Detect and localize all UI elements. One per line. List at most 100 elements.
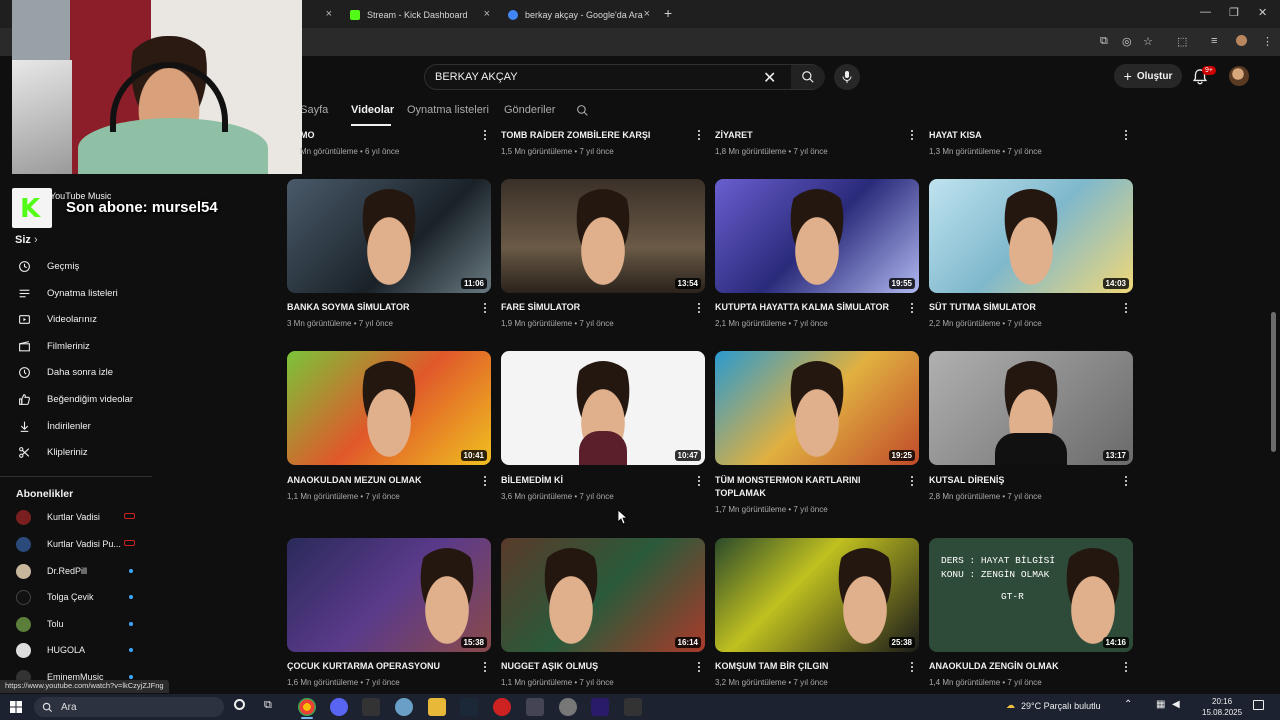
video-title[interactable]: BANKA SOYMA SİMULATOR bbox=[287, 301, 467, 314]
subscription-item[interactable]: Tolga Çevik bbox=[16, 588, 136, 606]
subscription-item[interactable]: Kurtlar Vadisi bbox=[16, 508, 136, 526]
profile-icon[interactable] bbox=[1236, 35, 1247, 46]
sidebar-item-liked-videos[interactable]: Beğendiğim videolar bbox=[18, 390, 133, 408]
close-tab-icon[interactable]: × bbox=[484, 8, 490, 20]
epic-games-app-icon[interactable] bbox=[362, 698, 380, 716]
video-thumbnail[interactable]: 13:54 bbox=[501, 179, 705, 293]
more-options-icon[interactable] bbox=[1123, 130, 1129, 142]
more-options-icon[interactable] bbox=[909, 130, 915, 142]
channel-search-icon[interactable] bbox=[576, 104, 589, 117]
weather-widget[interactable]: ☁ 29°C Parçalı bulutlu bbox=[1006, 700, 1101, 711]
search-button[interactable] bbox=[791, 65, 825, 89]
more-options-icon[interactable] bbox=[909, 662, 915, 674]
video-title[interactable]: ZİYARET bbox=[715, 129, 895, 142]
more-options-icon[interactable] bbox=[1123, 662, 1129, 674]
extensions-icon[interactable]: ⬚ bbox=[1177, 35, 1187, 48]
more-options-icon[interactable] bbox=[696, 476, 702, 488]
video-title[interactable]: SÜT TUTMA SİMULATOR bbox=[929, 301, 1109, 314]
more-options-icon[interactable] bbox=[482, 476, 488, 488]
video-thumbnail[interactable]: 10:47 bbox=[501, 351, 705, 465]
steam-app-icon[interactable] bbox=[460, 698, 478, 716]
video-thumbnail[interactable]: 13:17 bbox=[929, 351, 1133, 465]
app-icon[interactable] bbox=[559, 698, 577, 716]
tray-chevron-icon[interactable]: ⌃ bbox=[1124, 699, 1132, 710]
sidebar-item-playlists[interactable]: Oynatma listeleri bbox=[18, 284, 118, 302]
video-title[interactable]: ANAOKULDAN MEZUN OLMAK bbox=[287, 474, 467, 487]
more-options-icon[interactable] bbox=[696, 130, 702, 142]
premiere-app-icon[interactable] bbox=[591, 698, 609, 716]
voice-search-button[interactable] bbox=[834, 64, 860, 90]
discord-app-icon[interactable] bbox=[330, 698, 348, 716]
restore-icon[interactable]: ❐ bbox=[1229, 6, 1239, 19]
video-thumbnail[interactable]: 19:25 bbox=[715, 351, 919, 465]
install-app-icon[interactable]: ⧉ bbox=[1100, 35, 1108, 48]
subscription-item[interactable]: HUGOLA bbox=[16, 641, 136, 659]
video-title[interactable]: MO bbox=[300, 129, 480, 142]
video-thumbnail[interactable]: 19:55 bbox=[715, 179, 919, 293]
sidebar-item-history[interactable]: Geçmiş bbox=[18, 257, 79, 275]
close-tab-icon[interactable]: × bbox=[644, 8, 650, 20]
file-explorer-app-icon[interactable] bbox=[428, 698, 446, 716]
sidebar-item-watch-later[interactable]: Daha sonra izle bbox=[18, 363, 113, 381]
video-thumbnail[interactable]: 25:38 bbox=[715, 538, 919, 652]
sidebar-item-clips[interactable]: Klipleriniz bbox=[18, 443, 88, 461]
bookmark-star-icon[interactable]: ☆ bbox=[1143, 35, 1153, 48]
tab-playlists[interactable]: Oynatma listeleri bbox=[407, 104, 489, 116]
notification-center-icon[interactable] bbox=[1253, 700, 1264, 710]
new-tab-icon[interactable]: + bbox=[664, 5, 672, 21]
subscription-item[interactable]: Tolu bbox=[16, 615, 136, 633]
more-options-icon[interactable] bbox=[696, 662, 702, 674]
video-title[interactable]: HAYAT KISA bbox=[929, 129, 1109, 142]
app-icon[interactable] bbox=[395, 698, 413, 716]
more-options-icon[interactable] bbox=[482, 130, 488, 142]
more-options-icon[interactable] bbox=[909, 303, 915, 315]
tab-posts[interactable]: Gönderiler bbox=[504, 104, 555, 116]
more-options-icon[interactable] bbox=[1123, 303, 1129, 315]
search-box[interactable]: BERKAY AKÇAY ✕ bbox=[424, 64, 825, 90]
taskbar-clock[interactable]: 20:16 15.08.2025 bbox=[1202, 696, 1242, 718]
more-options-icon[interactable] bbox=[482, 303, 488, 315]
video-title[interactable]: KUTSAL DİRENİŞ bbox=[929, 474, 1109, 487]
video-title[interactable]: NUGGET AŞIK OLMUŞ bbox=[501, 660, 681, 673]
hide-icon[interactable]: ◎ bbox=[1122, 35, 1132, 48]
subscription-item[interactable]: Kurtlar Vadisi Pu... bbox=[16, 535, 136, 553]
tray-network-icon[interactable]: ▦ bbox=[1156, 699, 1165, 710]
more-options-icon[interactable] bbox=[482, 662, 488, 674]
video-title[interactable]: KUTUPTA HAYATTA KALMA SİMULATOR bbox=[715, 301, 895, 314]
subscription-item[interactable]: Dr.RedPill bbox=[16, 562, 136, 580]
page-scrollbar[interactable] bbox=[1271, 312, 1276, 452]
video-title[interactable]: BİLEMEDİM Kİ bbox=[501, 474, 681, 487]
browser-tab-google-search[interactable]: berkay akçay - Google'da Ara × bbox=[500, 4, 658, 26]
video-thumbnail[interactable]: 10:41 bbox=[287, 351, 491, 465]
menu-icon[interactable]: ⋮ bbox=[1262, 35, 1273, 48]
sidebar-item-movies[interactable]: Filmleriniz bbox=[18, 337, 90, 355]
tray-volume-icon[interactable]: ◀ bbox=[1172, 699, 1180, 710]
cortana-icon[interactable] bbox=[234, 699, 245, 710]
video-thumbnail[interactable]: 16:14 bbox=[501, 538, 705, 652]
browser-tab-kick-dashboard[interactable]: Stream - Kick Dashboard × bbox=[342, 4, 498, 26]
media-controls-icon[interactable]: ≡ bbox=[1211, 35, 1217, 47]
search-input[interactable]: BERKAY AKÇAY bbox=[435, 71, 518, 83]
obs-app-icon[interactable] bbox=[493, 698, 511, 716]
taskbar-search[interactable]: Ara bbox=[34, 697, 224, 717]
epic-games-app-icon[interactable] bbox=[624, 698, 642, 716]
video-title[interactable]: ÇOCUK KURTARMA OPERASYONU bbox=[287, 660, 467, 673]
sidebar-item-downloads[interactable]: İndirilenler bbox=[18, 417, 91, 435]
video-title[interactable]: FARE SİMULATOR bbox=[501, 301, 681, 314]
close-window-icon[interactable]: ✕ bbox=[1258, 6, 1267, 19]
chrome-app-icon[interactable] bbox=[298, 698, 316, 716]
video-thumbnail[interactable]: 15:38 bbox=[287, 538, 491, 652]
more-options-icon[interactable] bbox=[909, 476, 915, 488]
windows-start-icon[interactable] bbox=[10, 701, 22, 713]
more-options-icon[interactable] bbox=[696, 303, 702, 315]
sidebar-item-your-videos[interactable]: Videolarınız bbox=[18, 310, 97, 328]
video-thumbnail[interactable]: 14:03 bbox=[929, 179, 1133, 293]
video-title[interactable]: TÜM MONSTERMON KARTLARINI TOPLAMAK bbox=[715, 474, 895, 500]
sidebar-you-heading[interactable]: Siz › bbox=[15, 234, 38, 246]
video-thumbnail[interactable]: DERS : HAYAT BİLGİSİ KONU : ZENGİN OLMAK… bbox=[929, 538, 1133, 652]
create-button[interactable]: + Oluştur bbox=[1114, 64, 1182, 88]
video-thumbnail[interactable]: 11:06 bbox=[287, 179, 491, 293]
tab-videos[interactable]: Videolar bbox=[351, 104, 394, 116]
close-tab-icon[interactable]: × bbox=[326, 8, 332, 20]
video-title[interactable]: TOMB RAİDER ZOMBİLERE KARŞI bbox=[501, 129, 681, 142]
